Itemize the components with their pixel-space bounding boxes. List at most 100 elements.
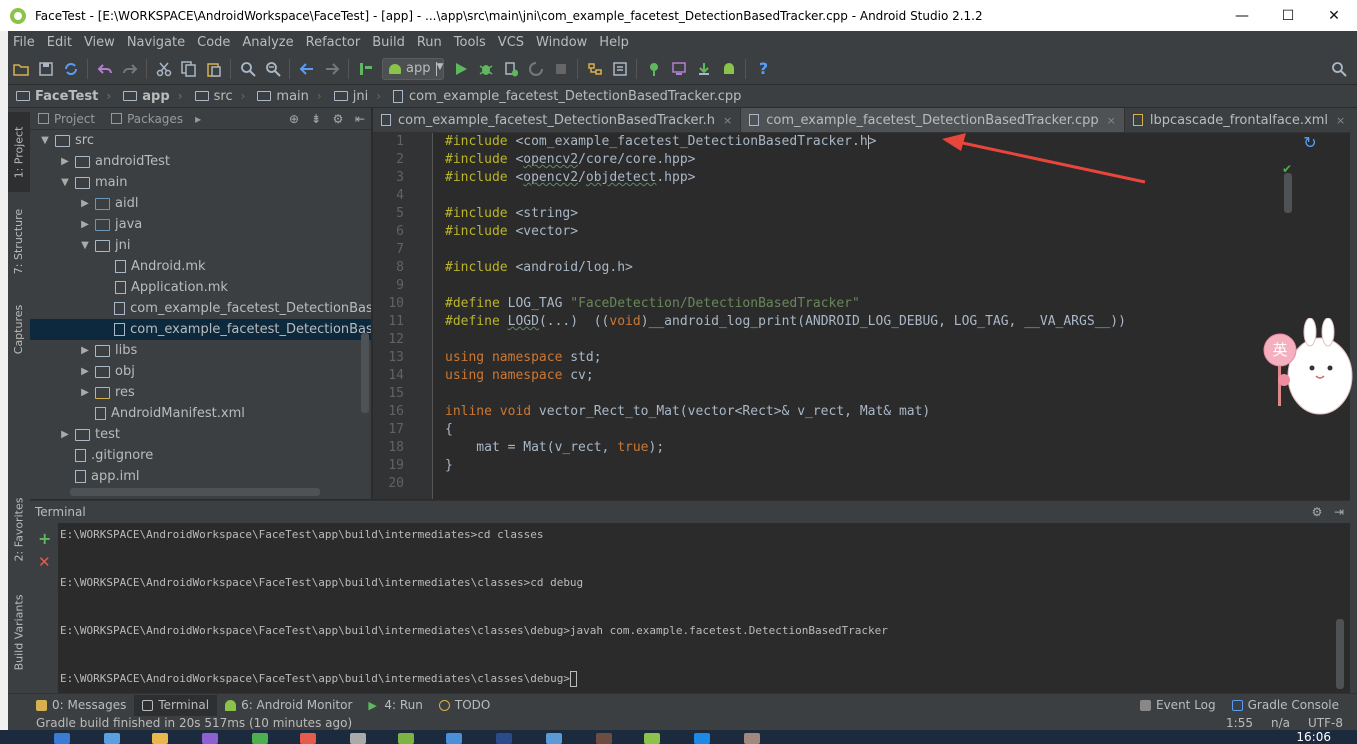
tool-tab-favorites[interactable]: 2: Favorites [8, 488, 30, 570]
close-tab-icon[interactable]: × [1107, 114, 1116, 127]
apply-changes-icon[interactable] [524, 57, 548, 81]
tool-tab-todo[interactable]: TODO [431, 695, 498, 716]
redo-icon[interactable] [118, 57, 142, 81]
taskbar-app-icon[interactable] [350, 733, 366, 744]
tree-item[interactable]: com_example_facetest_DetectionBase [30, 319, 371, 340]
taskbar-app-icon[interactable] [496, 733, 512, 744]
collapsed-arrow-icon[interactable]: ▶ [78, 366, 92, 377]
gradle-sync-icon[interactable]: ↻ [1298, 133, 1322, 157]
forward-icon[interactable] [320, 57, 344, 81]
project-structure-icon[interactable] [583, 57, 607, 81]
sdk-manager-icon[interactable] [692, 57, 716, 81]
menu-vcs[interactable]: VCS [492, 35, 530, 50]
breadcrumb-module[interactable]: app › [115, 86, 186, 106]
tree-item[interactable]: ▼ main [30, 172, 371, 193]
line-separator[interactable]: n/a [1271, 716, 1290, 730]
tree-item[interactable]: ▶ aidl [30, 193, 371, 214]
tool-tab-structure[interactable]: 7: Structure [8, 200, 30, 282]
collapsed-arrow-icon[interactable]: ▶ [78, 345, 92, 356]
gear-icon[interactable]: ⚙ [327, 112, 349, 126]
taskbar-app-icon[interactable] [596, 733, 612, 744]
editor-tab-header[interactable]: com_example_facetest_DetectionBasedTrack… [373, 108, 742, 132]
menu-view[interactable]: View [78, 35, 121, 50]
menu-window[interactable]: Window [530, 35, 593, 50]
undo-icon[interactable] [93, 57, 117, 81]
close-session-icon[interactable]: ✕ [38, 553, 51, 571]
menu-run[interactable]: Run [411, 35, 448, 50]
status-message[interactable]: Gradle build finished in 20s 517ms (10 m… [36, 716, 352, 730]
gear-icon[interactable]: ⚙ [1306, 505, 1328, 519]
menu-analyze[interactable]: Analyze [236, 35, 299, 50]
hide-panel-icon[interactable]: ⇥ [1328, 505, 1350, 519]
attach-debugger-icon[interactable] [499, 57, 523, 81]
find-icon[interactable] [236, 57, 260, 81]
tool-tab-run[interactable]: ▶ 4: Run [360, 695, 431, 716]
expanded-arrow-icon[interactable]: ▼ [78, 240, 92, 251]
collapsed-arrow-icon[interactable]: ▶ [78, 219, 92, 230]
new-session-icon[interactable]: + [38, 529, 51, 548]
vertical-scrollbar[interactable] [361, 333, 369, 413]
debug-icon[interactable] [474, 57, 498, 81]
expanded-arrow-icon[interactable]: ▼ [58, 177, 72, 188]
tool-tab-terminal[interactable]: Terminal [134, 694, 218, 716]
tree-item[interactable]: ▶ obj [30, 361, 371, 382]
taskbar-app-icon[interactable] [300, 733, 316, 744]
taskbar-app-icon[interactable] [202, 733, 218, 744]
stop-icon[interactable] [549, 57, 573, 81]
tree-item[interactable]: ▼ jni [30, 235, 371, 256]
taskbar-app-icon[interactable] [252, 733, 268, 744]
file-encoding[interactable]: UTF-8 [1308, 716, 1343, 730]
save-icon[interactable] [34, 57, 58, 81]
tree-item[interactable]: ▶ res [30, 382, 371, 403]
collapse-all-icon[interactable]: ⇟ [305, 112, 327, 126]
breadcrumb-jni[interactable]: jni › [326, 86, 385, 106]
tree-item[interactable]: ▶ libs [30, 340, 371, 361]
editor-tab-cpp[interactable]: com_example_facetest_DetectionBasedTrack… [741, 108, 1125, 132]
menu-refactor[interactable]: Refactor [300, 35, 367, 50]
sync-icon[interactable] [59, 57, 83, 81]
vertical-scrollbar[interactable] [1284, 173, 1292, 213]
tree-item[interactable]: ▶ androidTest [30, 151, 371, 172]
tree-item[interactable]: app.iml [30, 466, 371, 487]
expanded-arrow-icon[interactable]: ▼ [38, 135, 52, 146]
tool-tab-messages[interactable]: 0: Messages [28, 695, 134, 716]
close-button[interactable]: ✕ [1311, 0, 1357, 31]
taskbar-app-icon[interactable] [546, 733, 562, 744]
folder-icon[interactable] [152, 733, 168, 744]
back-icon[interactable] [295, 57, 319, 81]
taskbar-app-icon[interactable] [744, 733, 760, 744]
close-tab-icon[interactable]: × [1336, 114, 1345, 127]
menu-tools[interactable]: Tools [448, 35, 492, 50]
breadcrumb-src[interactable]: src › [187, 86, 250, 106]
settings-icon[interactable] [608, 57, 632, 81]
android-device-icon[interactable] [717, 57, 741, 81]
locate-file-icon[interactable]: ⊕ [283, 112, 305, 126]
terminal-output[interactable]: E:\WORKSPACE\AndroidWorkspace\FaceTest\a… [60, 523, 1330, 694]
run-icon[interactable] [449, 57, 473, 81]
editor-tab-xml[interactable]: lbpcascade_frontalface.xml × [1125, 108, 1355, 132]
cut-icon[interactable] [152, 57, 176, 81]
taskbar-clock[interactable]: 16:06 [1296, 730, 1331, 744]
taskbar-app-icon[interactable] [446, 733, 462, 744]
taskbar-app-icon[interactable] [398, 733, 414, 744]
breadcrumb-project[interactable]: FaceTest › [8, 86, 115, 106]
menu-build[interactable]: Build [366, 35, 411, 50]
tree-item[interactable]: .gitignore [30, 445, 371, 466]
close-tab-icon[interactable]: × [723, 114, 732, 127]
minimize-button[interactable]: — [1219, 0, 1265, 31]
tool-tab-captures[interactable]: Captures [8, 294, 30, 364]
android-studio-taskbar-icon[interactable] [644, 733, 660, 744]
avd-manager-icon[interactable] [642, 57, 666, 81]
paste-icon[interactable] [202, 57, 226, 81]
horizontal-scrollbar[interactable] [70, 488, 320, 496]
taskbar-app-icon[interactable] [694, 733, 710, 744]
search-icon[interactable] [54, 733, 70, 744]
code-area[interactable]: 1 2 3 4 5 6 7 8 9 10 11 12 13 14 15 16 1… [373, 133, 1350, 499]
menu-navigate[interactable]: Navigate [121, 35, 191, 50]
search-everywhere-icon[interactable] [1327, 57, 1351, 81]
collapsed-arrow-icon[interactable]: ▶ [58, 156, 72, 167]
tool-tab-build-variants[interactable]: Build Variants [8, 586, 30, 678]
hide-panel-icon[interactable]: ⇤ [349, 112, 371, 126]
tree-item[interactable]: Android.mk [30, 256, 371, 277]
tree-item[interactable]: ▶ test [30, 424, 371, 445]
